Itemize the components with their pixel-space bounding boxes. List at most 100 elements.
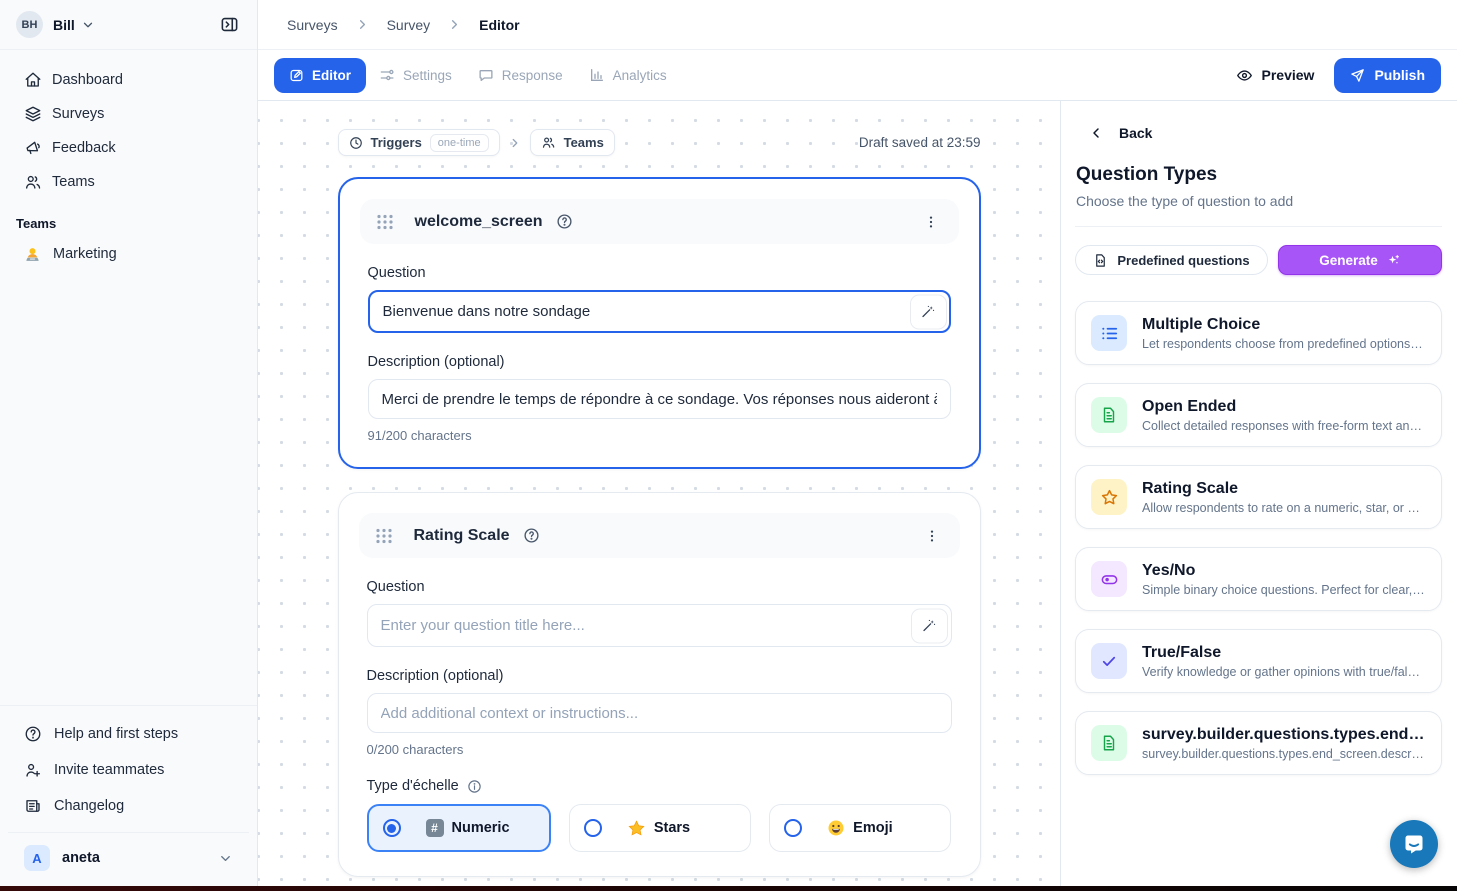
tab-label: Response xyxy=(502,68,563,83)
account-menu[interactable]: A aneta xyxy=(8,832,249,885)
content-area: Triggers one-time Teams Draft sav xyxy=(258,101,1457,891)
sidebar-nav: Dashboard Surveys Feedback Teams xyxy=(0,50,257,199)
sidebar: BH Bill Dashboard Surv xyxy=(0,0,258,891)
question-circle-icon[interactable] xyxy=(523,527,540,544)
question-type-description: Let respondents choose from predefined o… xyxy=(1142,337,1426,351)
question-type-open-ended[interactable]: Open Ended Collect detailed responses wi… xyxy=(1075,383,1442,447)
char-count: 91/200 characters xyxy=(368,428,951,443)
scale-option-numeric[interactable]: # Numeric xyxy=(367,804,551,852)
scale-option-label: Stars xyxy=(654,820,690,836)
tab-editor[interactable]: Editor xyxy=(274,58,366,93)
megaphone-icon xyxy=(24,139,42,157)
breadcrumb-surveys[interactable]: Surveys xyxy=(287,17,338,33)
tab-analytics[interactable]: Analytics xyxy=(576,58,680,93)
question-type-multiple-choice[interactable]: Multiple Choice Let respondents choose f… xyxy=(1075,301,1442,365)
panel-collapse-icon xyxy=(220,15,239,34)
question-type-description: Collect detailed responses with free-for… xyxy=(1142,419,1426,433)
sidebar-collapse-button[interactable] xyxy=(214,10,244,40)
editor-canvas: Triggers one-time Teams Draft sav xyxy=(258,101,1060,891)
tab-response[interactable]: Response xyxy=(465,58,576,93)
sidebar-team-marketing[interactable]: Marketing xyxy=(0,237,257,271)
triggers-chip[interactable]: Triggers one-time xyxy=(338,129,500,156)
card-menu-button[interactable] xyxy=(920,524,944,548)
chat-smile-icon xyxy=(1402,832,1426,856)
bar-chart-icon xyxy=(589,67,605,83)
teams-chip[interactable]: Teams xyxy=(530,129,615,156)
ai-rewrite-button[interactable] xyxy=(911,608,948,643)
team-item-label: Marketing xyxy=(53,246,117,262)
question-type-true-false[interactable]: True/False Verify knowledge or gather op… xyxy=(1075,629,1442,693)
window-bottom-edge xyxy=(0,886,1457,891)
sidebar-item-label: Surveys xyxy=(52,106,104,122)
sidebar-item-help[interactable]: Help and first steps xyxy=(8,716,249,752)
sidebar-footer: Help and first steps Invite teammates Ch… xyxy=(0,705,257,891)
card-title: Rating Scale xyxy=(414,527,510,545)
generate-label: Generate xyxy=(1319,253,1378,268)
scale-option-stars[interactable]: Stars xyxy=(569,804,751,852)
scale-type-label: Type d'échelle xyxy=(367,778,459,794)
preview-button[interactable]: Preview xyxy=(1236,67,1315,84)
char-count: 0/200 characters xyxy=(367,742,952,757)
editor-toolbar: Editor Settings Response Analytics xyxy=(258,50,1457,101)
magic-wand-icon xyxy=(920,304,936,320)
divider xyxy=(1075,226,1442,227)
workspace-avatar[interactable]: BH xyxy=(16,11,43,38)
sidebar-item-dashboard[interactable]: Dashboard xyxy=(8,63,249,97)
ai-rewrite-button[interactable] xyxy=(910,294,947,329)
question-circle-icon[interactable] xyxy=(556,213,573,230)
description-input[interactable] xyxy=(368,379,951,419)
workspace-row: BH Bill xyxy=(0,0,257,50)
question-label: Question xyxy=(368,265,951,281)
question-type-yes-no[interactable]: Yes/No Simple binary choice questions. P… xyxy=(1075,547,1442,611)
question-type-description: survey.builder.questions.types.end_scree… xyxy=(1142,747,1426,761)
sidebar-item-label: Dashboard xyxy=(52,72,123,88)
one-time-badge: one-time xyxy=(430,134,489,152)
sidebar-item-invite[interactable]: Invite teammates xyxy=(8,752,249,788)
sidebar-item-teams[interactable]: Teams xyxy=(8,165,249,199)
publish-button[interactable]: Publish xyxy=(1334,58,1441,93)
sidebar-item-label: Changelog xyxy=(54,798,124,814)
chat-launcher-button[interactable] xyxy=(1390,820,1438,868)
question-type-title: Rating Scale xyxy=(1142,480,1426,498)
users-icon xyxy=(24,173,42,191)
question-type-rating-scale[interactable]: Rating Scale Allow respondents to rate o… xyxy=(1075,465,1442,529)
teams-section-label: Teams xyxy=(0,199,257,237)
sidebar-item-feedback[interactable]: Feedback xyxy=(8,131,249,165)
info-circle-icon[interactable] xyxy=(467,779,482,794)
panel-title: Question Types xyxy=(1075,164,1442,186)
question-type-description: Verify knowledge or gather opinions with… xyxy=(1142,665,1426,679)
chevron-right-icon xyxy=(447,17,462,32)
predefined-questions-button[interactable]: Predefined questions xyxy=(1075,245,1268,275)
question-card-welcome-screen[interactable]: welcome_screen Question xyxy=(338,177,981,469)
star-icon xyxy=(1091,479,1127,515)
workspace-name[interactable]: Bill xyxy=(53,17,75,33)
sidebar-item-surveys[interactable]: Surveys xyxy=(8,97,249,131)
star-emoji-icon xyxy=(627,819,646,838)
tab-settings[interactable]: Settings xyxy=(366,58,465,93)
tab-label: Settings xyxy=(403,68,452,83)
question-input[interactable] xyxy=(367,604,952,647)
sidebar-item-label: Feedback xyxy=(52,140,116,156)
generate-button[interactable]: Generate xyxy=(1278,245,1442,275)
scale-option-label: Emoji xyxy=(853,820,892,836)
radio-unselected-icon xyxy=(584,819,602,837)
card-title: welcome_screen xyxy=(415,213,543,231)
description-input[interactable] xyxy=(367,693,952,733)
chevron-down-icon xyxy=(218,851,233,866)
breadcrumb-survey[interactable]: Survey xyxy=(387,17,431,33)
question-card-rating-scale[interactable]: Rating Scale Question xyxy=(338,492,981,877)
chevron-right-icon xyxy=(508,136,522,150)
sidebar-item-label: Help and first steps xyxy=(54,726,178,742)
question-input[interactable] xyxy=(368,290,951,333)
card-menu-button[interactable] xyxy=(919,210,943,234)
drag-handle-icon[interactable] xyxy=(376,214,398,230)
scale-option-emoji[interactable]: Emoji xyxy=(769,804,951,852)
back-button[interactable]: Back xyxy=(1075,125,1442,141)
drag-handle-icon[interactable] xyxy=(375,528,397,544)
document-icon xyxy=(1091,725,1127,761)
question-type-end-screen[interactable]: survey.builder.questions.types.end_scr..… xyxy=(1075,711,1442,775)
sparkles-icon xyxy=(1386,253,1401,268)
teams-chip-label: Teams xyxy=(564,135,604,150)
sidebar-item-changelog[interactable]: Changelog xyxy=(8,788,249,824)
send-icon xyxy=(1350,68,1365,83)
